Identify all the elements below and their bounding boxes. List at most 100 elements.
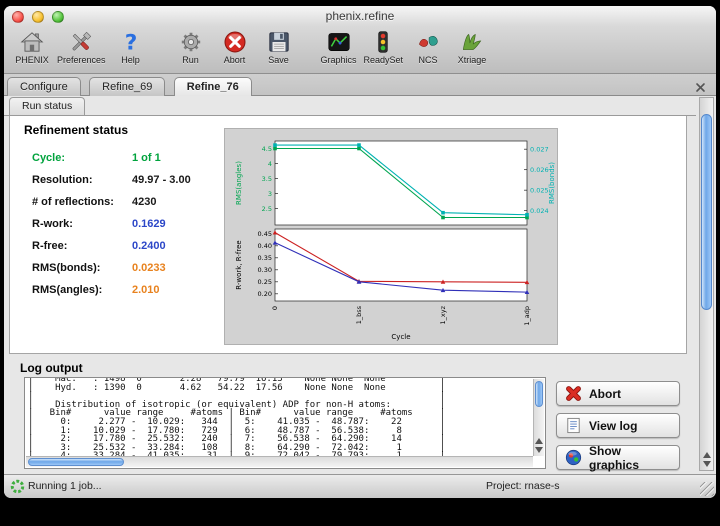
toolbar-save-button[interactable]: Save bbox=[257, 28, 301, 65]
log-vscroll-thumb[interactable] bbox=[535, 381, 543, 407]
run-gear-icon bbox=[178, 29, 204, 55]
stat-rms-angles: RMS(angles):2.010 bbox=[32, 284, 191, 306]
svg-text:0.35: 0.35 bbox=[258, 254, 272, 262]
toolbar-label: NCS bbox=[419, 55, 438, 65]
document-icon bbox=[564, 416, 583, 435]
svg-text:3: 3 bbox=[268, 190, 272, 198]
toolbar-label: PHENIX bbox=[15, 55, 49, 65]
window-title: phenix.refine bbox=[4, 6, 716, 27]
toolbar-preferences-button[interactable]: Preferences bbox=[54, 28, 109, 65]
svg-text:0.025: 0.025 bbox=[530, 186, 549, 194]
close-window-button[interactable] bbox=[12, 11, 24, 23]
scroll-up-icon[interactable] bbox=[535, 438, 543, 444]
toolbar-label: Preferences bbox=[57, 55, 106, 65]
toolbar-abort-button[interactable]: Abort bbox=[213, 28, 257, 65]
titlebar[interactable]: phenix.refine bbox=[4, 6, 716, 28]
toolbar-label: Help bbox=[121, 55, 140, 65]
scroll-down-icon[interactable] bbox=[703, 461, 711, 467]
traffic-lights bbox=[12, 11, 64, 23]
svg-text:3.5: 3.5 bbox=[262, 175, 272, 183]
abort-button[interactable]: Abort bbox=[556, 381, 680, 406]
svg-text:0: 0 bbox=[271, 306, 279, 310]
preferences-tools-icon bbox=[68, 29, 94, 55]
svg-text:0.026: 0.026 bbox=[530, 166, 549, 174]
refinement-status-title: Refinement status bbox=[24, 123, 128, 137]
tab-run-status[interactable]: Run status bbox=[9, 97, 85, 115]
toolbar: PHENIX Preferences ? Help Run bbox=[10, 28, 494, 73]
tab-refine-69[interactable]: Refine_69 bbox=[89, 77, 165, 96]
main-scroll-thumb[interactable] bbox=[701, 114, 712, 310]
stat-r-free: R-free:0.2400 bbox=[32, 240, 191, 262]
abort-x-icon bbox=[564, 384, 583, 403]
svg-text:1_bss: 1_bss bbox=[355, 305, 363, 324]
toolbar-run-button[interactable]: Run bbox=[169, 28, 213, 65]
save-floppy-icon bbox=[266, 29, 292, 55]
log-hscroll-thumb[interactable] bbox=[28, 458, 124, 466]
svg-text:0.25: 0.25 bbox=[258, 278, 272, 286]
window-chrome: phenix.refine PHENIX Preferences ? bbox=[4, 6, 716, 74]
svg-text:0.30: 0.30 bbox=[258, 266, 272, 274]
toolbar-readyset-button[interactable]: ReadySet bbox=[361, 28, 407, 65]
toolbar-phenix-button[interactable]: PHENIX bbox=[10, 28, 54, 65]
stat-resolution: Resolution:49.97 - 3.00 bbox=[32, 174, 191, 196]
minimize-window-button[interactable] bbox=[32, 11, 44, 23]
main-scroll-arrows bbox=[700, 449, 713, 470]
svg-text:4.5: 4.5 bbox=[262, 145, 272, 153]
ncs-icon bbox=[415, 29, 441, 55]
abort-button-label: Abort bbox=[589, 387, 621, 401]
log-output[interactable]: | Mac. : 1498 0 2.28 79.79 16.13 None No… bbox=[24, 377, 546, 469]
toolbar-graphics-button[interactable]: Graphics bbox=[317, 28, 361, 65]
phenix-refine-window: phenix.refine PHENIX Preferences ? bbox=[4, 6, 716, 498]
stat-rms-bonds: RMS(bonds):0.0233 bbox=[32, 262, 191, 284]
scroll-down-icon[interactable] bbox=[535, 447, 543, 453]
svg-text:0.024: 0.024 bbox=[530, 207, 549, 215]
svg-text:?: ? bbox=[124, 31, 137, 55]
tab-configure[interactable]: Configure bbox=[7, 77, 81, 96]
action-buttons: Abort View log Show graphics bbox=[556, 381, 680, 477]
log-vertical-scrollbar[interactable] bbox=[533, 379, 544, 456]
svg-text:RMS(bonds): RMS(bonds) bbox=[548, 162, 556, 204]
refinement-status-panel: Refinement status Cycle:1 of 1 Resolutio… bbox=[9, 116, 687, 354]
svg-text:0.20: 0.20 bbox=[258, 290, 272, 298]
abort-icon bbox=[222, 29, 248, 55]
chart-area: 2.533.544.50.0240.0250.0260.027RMS(angle… bbox=[224, 128, 558, 345]
project-label: Project: rnase-s bbox=[486, 480, 560, 492]
phenix-home-icon bbox=[19, 29, 45, 55]
toolbar-label: Run bbox=[182, 55, 199, 65]
svg-text:4: 4 bbox=[268, 160, 272, 168]
resize-grip[interactable] bbox=[700, 482, 714, 496]
log-output-title: Log output bbox=[20, 361, 83, 375]
scroll-up-icon[interactable] bbox=[703, 452, 711, 458]
toolbar-label: ReadySet bbox=[364, 55, 404, 65]
view-log-button-label: View log bbox=[589, 419, 637, 433]
toolbar-xtriage-button[interactable]: Xtriage bbox=[450, 28, 494, 65]
svg-text:R-work, R-free: R-work, R-free bbox=[235, 240, 243, 289]
stat-reflections: # of reflections:4230 bbox=[32, 196, 191, 218]
close-tab-icon[interactable] bbox=[695, 80, 706, 91]
svg-text:Cycle: Cycle bbox=[391, 333, 410, 341]
zoom-window-button[interactable] bbox=[52, 11, 64, 23]
stat-cycle: Cycle:1 of 1 bbox=[32, 152, 191, 174]
main-vertical-scrollbar[interactable] bbox=[699, 97, 714, 471]
toolbar-label: Xtriage bbox=[458, 55, 487, 65]
refinement-stats: Cycle:1 of 1 Resolution:49.97 - 3.00 # o… bbox=[32, 152, 191, 306]
help-icon: ? bbox=[118, 29, 144, 55]
svg-text:0.027: 0.027 bbox=[530, 145, 549, 153]
view-log-button[interactable]: View log bbox=[556, 413, 680, 438]
graphics-sphere-icon bbox=[564, 448, 583, 467]
readyset-traffic-light-icon bbox=[370, 29, 396, 55]
main-tab-bar: Configure Refine_69 Refine_76 bbox=[4, 74, 716, 96]
graphics-icon bbox=[326, 29, 352, 55]
xtriage-icon bbox=[459, 29, 485, 55]
tab-refine-76[interactable]: Refine_76 bbox=[174, 77, 252, 96]
toolbar-ncs-button[interactable]: NCS bbox=[406, 28, 450, 65]
svg-text:1_adp: 1_adp bbox=[523, 306, 531, 326]
toolbar-label: Graphics bbox=[321, 55, 357, 65]
status-text: Running 1 job... bbox=[28, 480, 102, 492]
show-graphics-button[interactable]: Show graphics bbox=[556, 445, 680, 470]
svg-text:2.5: 2.5 bbox=[262, 205, 272, 213]
toolbar-help-button[interactable]: ? Help bbox=[109, 28, 153, 65]
toolbar-label: Save bbox=[268, 55, 289, 65]
log-horizontal-scrollbar[interactable] bbox=[26, 456, 533, 467]
svg-text:0.45: 0.45 bbox=[258, 230, 272, 238]
